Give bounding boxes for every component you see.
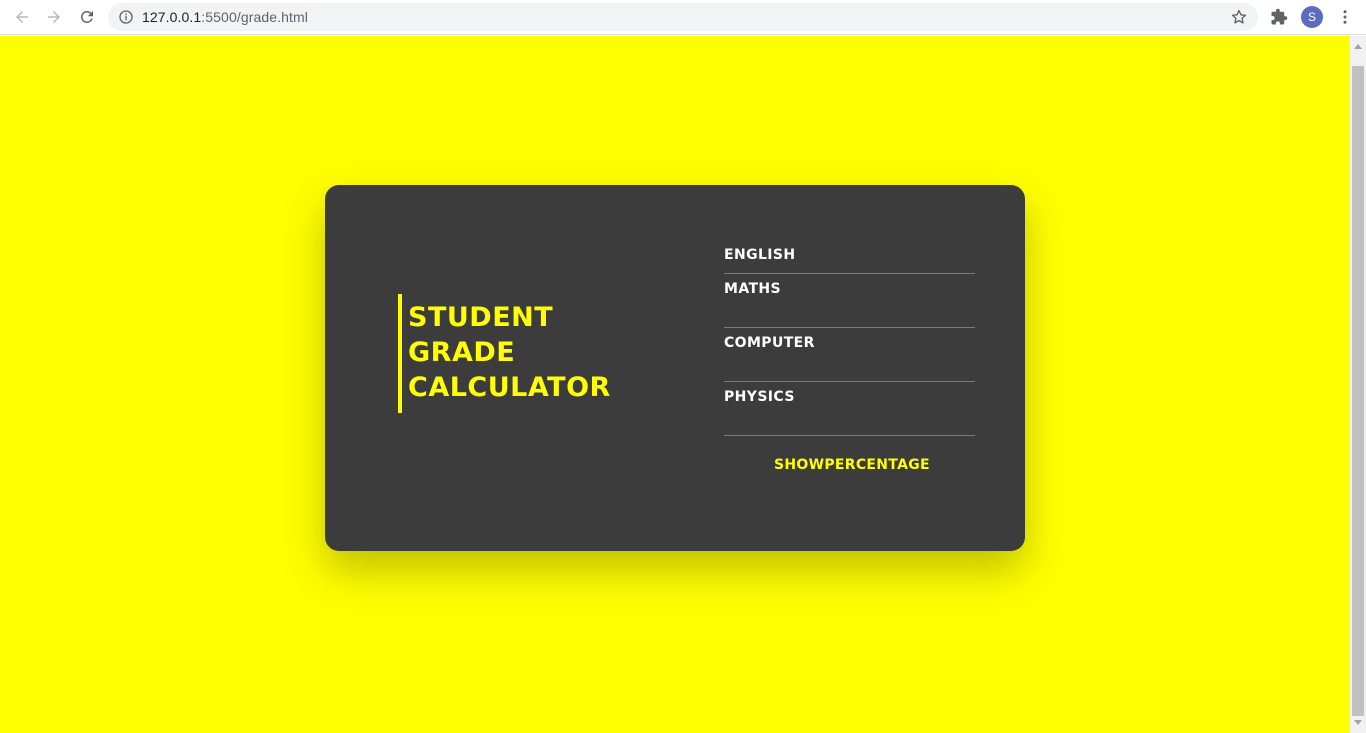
physics-input[interactable] <box>724 408 975 432</box>
kebab-menu-icon[interactable] <box>1336 8 1354 26</box>
app-title: STUDENT GRADE CALCULATOR <box>398 294 611 413</box>
reload-button[interactable] <box>75 5 99 29</box>
arrow-left-icon <box>16 11 28 23</box>
show-percentage-button[interactable]: SHOWPERCENTAGE <box>774 452 930 478</box>
field-physics: PHYSICS <box>724 382 975 436</box>
avatar-letter: S <box>1307 10 1316 24</box>
field-computer: COMPUTER <box>724 328 975 382</box>
maths-label: MATHS <box>724 281 782 297</box>
title-line-3: CALCULATOR <box>408 372 611 403</box>
bookmark-star-icon[interactable] <box>1230 8 1248 26</box>
browser-toolbar: 127.0.0.1:5500/grade.html S <box>0 0 1366 35</box>
grade-form: ENGLISH MATHS COMPUTER PHYSICS SHOWPERCE… <box>724 240 975 473</box>
arrow-right-icon <box>48 11 60 23</box>
extensions-puzzle-icon[interactable] <box>1270 8 1288 26</box>
url-text[interactable]: 127.0.0.1:5500/grade.html <box>142 9 308 25</box>
page-scrollbar[interactable] <box>1350 36 1366 733</box>
reload-icon <box>80 10 93 23</box>
address-bar[interactable]: 127.0.0.1:5500/grade.html <box>108 3 1258 31</box>
physics-label: PHYSICS <box>724 389 795 405</box>
field-english: ENGLISH <box>724 240 975 274</box>
title-line-2: GRADE <box>408 337 516 368</box>
scroll-down-arrow-icon[interactable] <box>1354 720 1362 725</box>
english-label: ENGLISH <box>724 247 796 263</box>
info-icon[interactable] <box>118 9 134 25</box>
scroll-up-arrow-icon[interactable] <box>1354 44 1362 49</box>
calculator-card: STUDENT GRADE CALCULATOR ENGLISH MATHS C… <box>325 185 1025 551</box>
computer-label: COMPUTER <box>724 335 815 351</box>
back-button[interactable] <box>10 5 34 29</box>
field-maths: MATHS <box>724 274 975 328</box>
url-host: 127.0.0.1 <box>142 9 202 25</box>
url-path: :5500/grade.html <box>201 9 308 25</box>
computer-input[interactable] <box>724 354 975 378</box>
title-line-1: STUDENT <box>408 302 554 333</box>
forward-button[interactable] <box>42 5 66 29</box>
maths-input[interactable] <box>724 300 975 324</box>
profile-avatar[interactable]: S <box>1301 6 1323 28</box>
page-viewport: STUDENT GRADE CALCULATOR ENGLISH MATHS C… <box>0 36 1350 733</box>
scrollbar-thumb[interactable] <box>1352 66 1364 716</box>
